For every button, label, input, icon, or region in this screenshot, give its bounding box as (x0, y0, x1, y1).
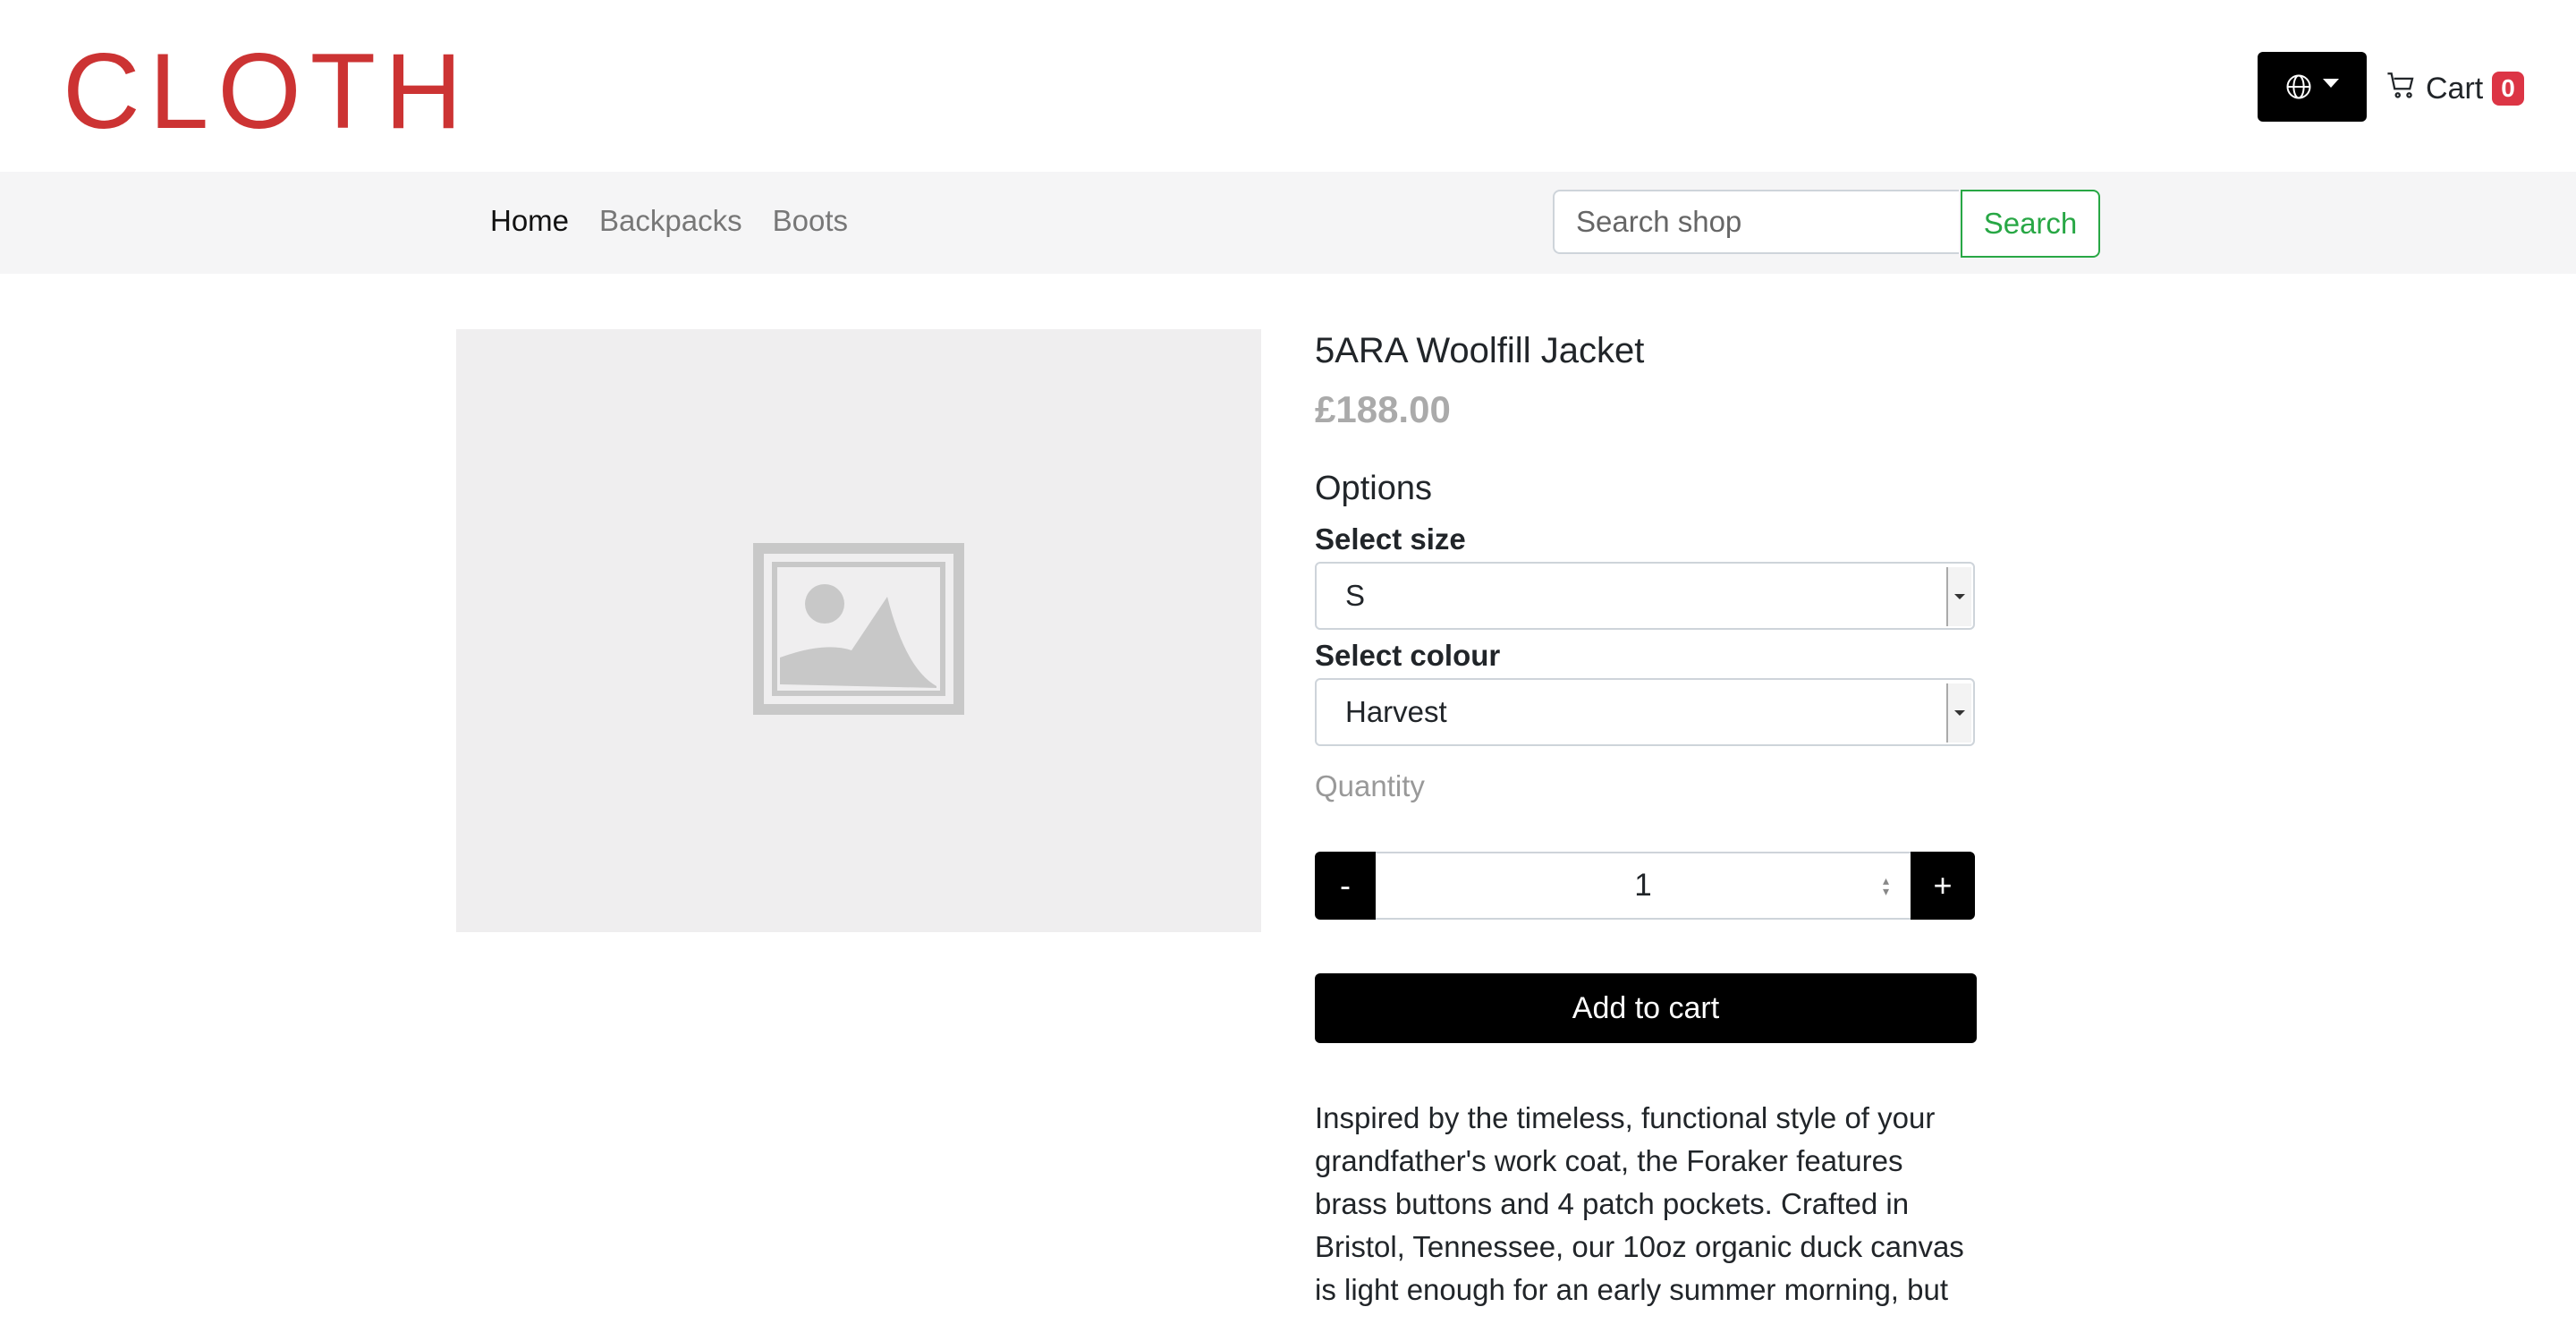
product-page: CLOTH Cart 0 Home Backpacks Boots Search… (0, 0, 2576, 1306)
image-placeholder-icon (753, 542, 964, 719)
colour-label: Select colour (1315, 639, 1501, 672)
cart-link[interactable]: Cart 0 (2386, 66, 2524, 111)
globe-icon (2285, 73, 2312, 100)
product-price: £188.00 (1315, 388, 1451, 430)
product-title: 5ARA Woolfill Jacket (1315, 331, 1645, 370)
size-label: Select size (1315, 522, 1466, 556)
chevron-down-icon (1946, 567, 1971, 626)
size-select[interactable]: S (1315, 562, 1975, 630)
main-navbar: Home Backpacks Boots Search (0, 172, 2576, 274)
chevron-down-icon (2323, 79, 2339, 88)
search-button[interactable]: Search (1961, 190, 2100, 258)
size-select-value: S (1345, 579, 1366, 612)
product-image (456, 329, 1261, 932)
cart-label: Cart (2426, 71, 2484, 106)
colour-select[interactable]: Harvest (1315, 678, 1975, 746)
cart-count-badge: 0 (2492, 72, 2524, 106)
nav-link-backpacks[interactable]: Backpacks (599, 204, 742, 238)
language-dropdown-button[interactable] (2258, 52, 2367, 122)
quantity-increase-button[interactable]: + (1911, 852, 1975, 920)
add-to-cart-button[interactable]: Add to cart (1315, 973, 1977, 1043)
chevron-down-icon (1946, 683, 1971, 743)
nav-link-home[interactable]: Home (490, 204, 569, 238)
quantity-decrease-button[interactable]: - (1315, 852, 1376, 920)
search-input[interactable] (1553, 190, 1959, 254)
colour-select-value: Harvest (1345, 695, 1447, 728)
nav-links: Home Backpacks Boots (490, 204, 848, 238)
quantity-label: Quantity (1315, 769, 1425, 802)
quantity-input[interactable]: 1 ▴ ▾ (1376, 852, 1911, 920)
quantity-stepper: - 1 ▴ ▾ + (1315, 852, 1975, 920)
spinner-arrows-icon[interactable]: ▴ ▾ (1883, 874, 1889, 897)
cart-icon (2386, 70, 2417, 108)
options-heading: Options (1315, 470, 1432, 507)
product-details: 5ARA Woolfill Jacket £188.00 Options Sel… (1315, 324, 1977, 1341)
site-header: CLOTH Cart 0 (0, 0, 2576, 172)
quantity-value: 1 (1634, 868, 1652, 903)
site-logo[interactable]: CLOTH (63, 30, 471, 152)
product-description: Inspired by the timeless, functional sty… (1315, 1101, 1964, 1306)
nav-link-boots[interactable]: Boots (773, 204, 848, 238)
